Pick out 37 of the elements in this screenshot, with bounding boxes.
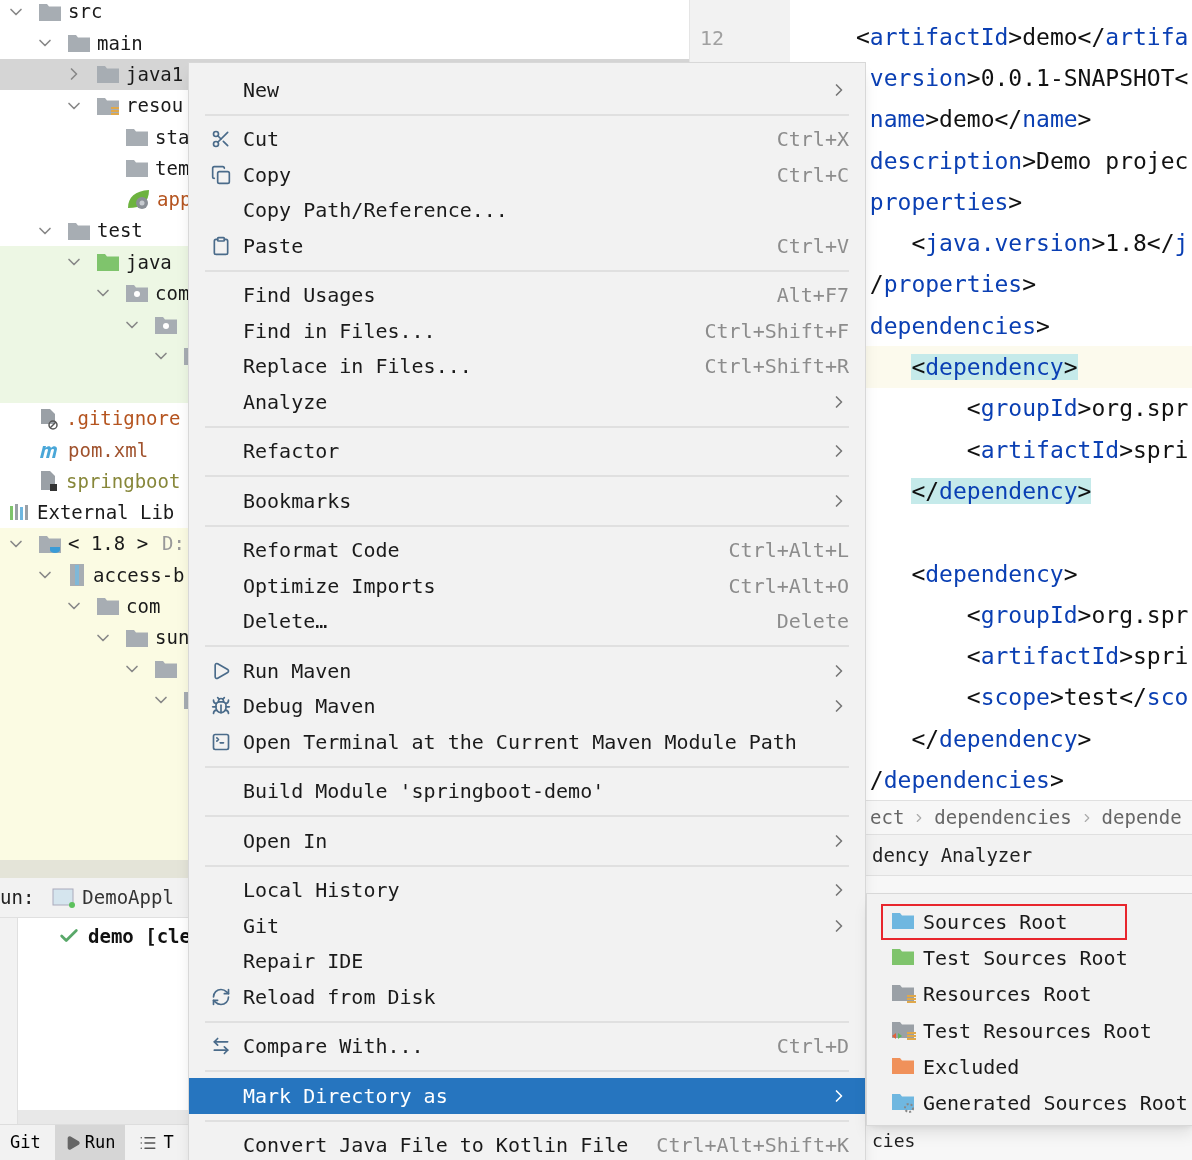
code-line: /dependencies> [868,766,1064,795]
panel-label: un: [0,885,35,911]
tree-label: java [126,249,172,275]
code-line: <java.version>1.8</j [910,229,1189,259]
code-line: name>demo</name> [868,105,1092,135]
code-line: </dependency> [910,724,1092,754]
tree-label: .gitignore [66,406,181,432]
code-line: dependencies> [868,311,1050,341]
tree-label: tem [155,155,190,181]
tree-label: sun [155,625,190,651]
tree-label: access-b [93,562,185,588]
tree-label: pom.xml [68,437,149,463]
tree-label: springboot [66,468,181,494]
tree-label: main [97,30,143,56]
tree-label: test [97,218,143,244]
code-line: <dependency> [910,559,1078,589]
tree-label: com [126,594,161,620]
tree-label: resou [126,93,184,119]
tool-window-title: dency Analyzer [872,842,1033,868]
code-line: <artifactId>spri [965,435,1189,465]
tree-label: sta [155,124,190,150]
tree-label: java1 [126,62,184,87]
code-line: <artifactId>demo</artifa [856,22,1189,52]
code-line: <groupId>org.spr [965,600,1189,630]
code-line: description>Demo projec [868,146,1189,176]
code-line: version>0.0.1-SNAPSHOT< [868,63,1189,93]
tree-label: External Lib [37,500,175,526]
code-line: <artifactId>spri [965,642,1189,672]
code-line: <scope>test</sco [965,683,1189,713]
path-label: D: [162,531,185,557]
tree-label: < 1.8 > [68,531,149,557]
code-line: <groupId>org.spr [965,394,1189,424]
line-number: 12 [700,25,725,52]
code-line: properties> [868,187,1023,217]
tree-label: com [155,281,190,307]
code-line: /properties> [868,270,1037,300]
tree-label: src [68,0,103,25]
